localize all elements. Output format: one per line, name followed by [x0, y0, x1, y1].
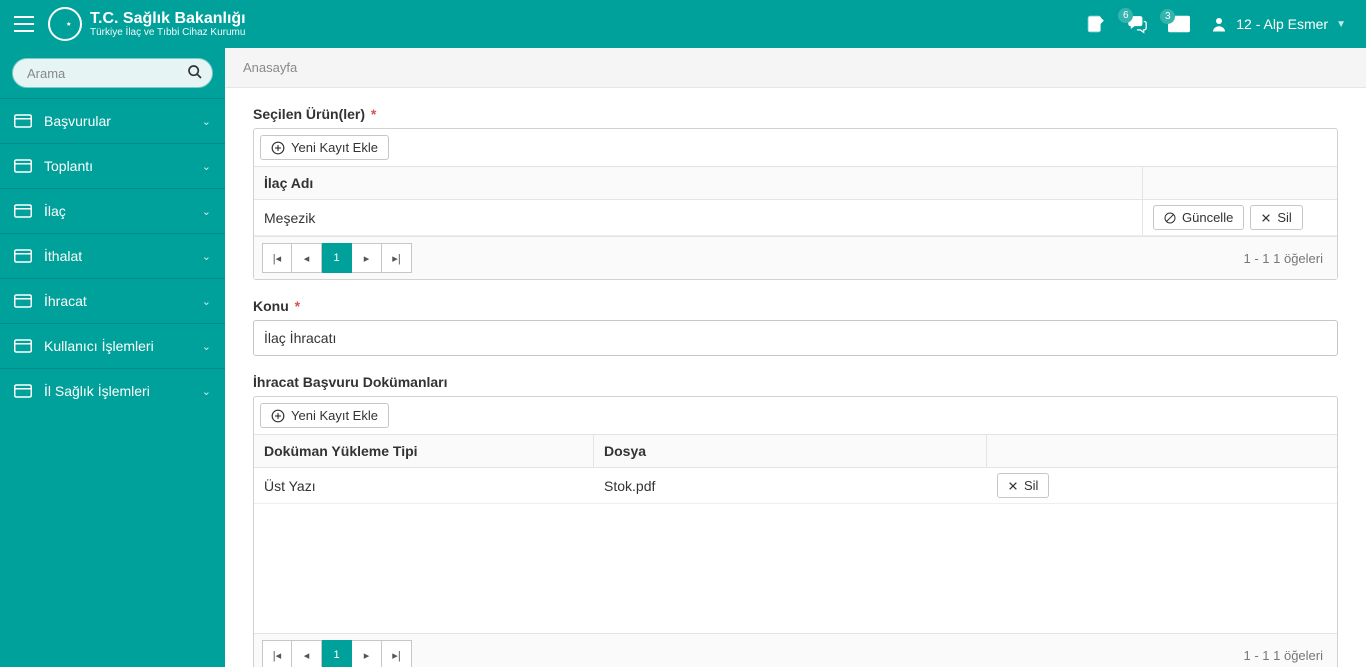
logo-block: T.C. Sağlık Bakanlığı Türkiye İlaç ve Tı… — [48, 7, 266, 41]
pager-last-button[interactable]: ▸| — [382, 243, 412, 273]
documents-label: İhracat Başvuru Dokümanları — [253, 374, 1338, 390]
button-label: Sil — [1024, 478, 1038, 493]
button-label: Yeni Kayıt Ekle — [291, 140, 378, 155]
sidebar-item-toplanti[interactable]: Toplantı ⌄ — [0, 144, 225, 188]
delete-product-button[interactable]: Sil — [1250, 205, 1302, 230]
pager-last-button[interactable]: ▸| — [382, 640, 412, 667]
document-row: Üst Yazı Stok.pdf Sil — [254, 468, 1337, 504]
form-icon — [14, 294, 32, 308]
subject-input[interactable] — [253, 320, 1338, 356]
form-icon — [14, 339, 32, 353]
doc-actions-col — [987, 435, 1337, 467]
button-label: Yeni Kayıt Ekle — [291, 408, 378, 423]
chevron-down-icon: ⌄ — [202, 115, 211, 128]
documents-pager: |◂ ◂ 1 ▸ ▸| 1 - 1 1 öğeleri — [254, 633, 1337, 667]
plus-circle-icon — [271, 409, 285, 423]
documents-grid: Yeni Kayıt Ekle Doküman Yükleme Tipi Dos… — [253, 396, 1338, 667]
sidebar-item-ihracat[interactable]: İhracat ⌄ — [0, 279, 225, 323]
pager-info: 1 - 1 1 öğeleri — [1244, 251, 1330, 266]
chevron-down-icon: ⌄ — [202, 160, 211, 173]
button-label: Güncelle — [1182, 210, 1233, 225]
menu-toggle-button[interactable] — [0, 0, 48, 48]
product-actions-col — [1142, 167, 1337, 199]
pager-next-button[interactable]: ▸ — [352, 243, 382, 273]
breadcrumb-item: Anasayfa — [243, 60, 297, 75]
update-product-button[interactable]: Güncelle — [1153, 205, 1244, 230]
search-icon[interactable] — [187, 64, 203, 80]
form-icon — [14, 114, 32, 128]
sidebar-item-ilsaglik[interactable]: İl Sağlık İşlemleri ⌄ — [0, 369, 225, 413]
pager-next-button[interactable]: ▸ — [352, 640, 382, 667]
pager-page-button[interactable]: 1 — [322, 243, 352, 273]
pager-first-button[interactable]: |◂ — [262, 243, 292, 273]
user-menu[interactable]: 12 - Alp Esmer ▼ — [1210, 15, 1346, 33]
sidebar-item-label: Toplantı — [44, 158, 93, 174]
chat-button[interactable]: 6 — [1126, 14, 1148, 34]
add-document-button[interactable]: Yeni Kayıt Ekle — [260, 403, 389, 428]
chevron-down-icon: ⌄ — [202, 205, 211, 218]
pager-info: 1 - 1 1 öğeleri — [1244, 648, 1330, 663]
close-icon — [1008, 481, 1018, 491]
doc-type-col-header[interactable]: Doküman Yükleme Tipi — [254, 435, 594, 467]
sidebar-item-label: İthalat — [44, 248, 82, 264]
form-icon — [14, 159, 32, 173]
search-box — [12, 58, 213, 88]
sidebar-item-kullanici[interactable]: Kullanıcı İşlemleri ⌄ — [0, 324, 225, 368]
products-grid: Yeni Kayıt Ekle İlaç Adı Meşezik Güncell… — [253, 128, 1338, 280]
subject-label: Konu * — [253, 298, 1338, 314]
sidebar-item-label: Kullanıcı İşlemleri — [44, 338, 154, 354]
doc-file-col-header[interactable]: Dosya — [594, 435, 987, 467]
main-content: Anasayfa Seçilen Ürün(ler) * Yeni Kayıt … — [225, 48, 1366, 667]
doc-type-cell: Üst Yazı — [254, 470, 594, 502]
caret-down-icon: ▼ — [1336, 19, 1346, 30]
add-product-button[interactable]: Yeni Kayıt Ekle — [260, 135, 389, 160]
doc-file-cell: Stok.pdf — [594, 470, 987, 502]
pager-page-button[interactable]: 1 — [322, 640, 352, 667]
product-name-cell: Meşezik — [254, 202, 1142, 234]
chevron-down-icon: ⌄ — [202, 295, 211, 308]
sidebar-item-label: İhracat — [44, 293, 87, 309]
user-label: 12 - Alp Esmer — [1236, 16, 1328, 32]
sidebar-item-label: İl Sağlık İşlemleri — [44, 383, 150, 399]
pager-first-button[interactable]: |◂ — [262, 640, 292, 667]
button-label: Sil — [1277, 210, 1291, 225]
breadcrumb[interactable]: Anasayfa — [225, 48, 1366, 88]
user-icon — [1210, 15, 1228, 33]
sidebar-item-ithalat[interactable]: İthalat ⌄ — [0, 234, 225, 278]
pager-prev-button[interactable]: ◂ — [292, 243, 322, 273]
chevron-down-icon: ⌄ — [202, 250, 211, 263]
ministry-logo-icon — [48, 7, 82, 41]
pager-prev-button[interactable]: ◂ — [292, 640, 322, 667]
app-title: T.C. Sağlık Bakanlığı — [90, 10, 246, 28]
plus-circle-icon — [271, 141, 285, 155]
product-col-header[interactable]: İlaç Adı — [254, 167, 1142, 199]
mail-button[interactable]: 3 — [1168, 15, 1190, 33]
search-input[interactable] — [12, 58, 213, 88]
close-icon — [1261, 213, 1271, 223]
form-icon — [14, 249, 32, 263]
delete-document-button[interactable]: Sil — [997, 473, 1049, 498]
selected-products-label: Seçilen Ürün(ler) * — [253, 106, 1338, 122]
sidebar-item-basvurular[interactable]: Başvurular ⌄ — [0, 99, 225, 143]
sidebar-item-label: İlaç — [44, 203, 66, 219]
product-row: Meşezik Güncelle Sil — [254, 200, 1337, 236]
block-icon — [1164, 212, 1176, 224]
app-header: T.C. Sağlık Bakanlığı Türkiye İlaç ve Tı… — [0, 0, 1366, 48]
sidebar: Başvurular ⌄ Toplantı ⌄ İlaç ⌄ İthalat ⌄ İhr… — [0, 48, 225, 667]
hamburger-icon — [14, 16, 34, 32]
chevron-down-icon: ⌄ — [202, 340, 211, 353]
form-icon — [14, 384, 32, 398]
products-pager: |◂ ◂ 1 ▸ ▸| 1 - 1 1 öğeleri — [254, 236, 1337, 279]
sidebar-nav: Başvurular ⌄ Toplantı ⌄ İlaç ⌄ İthalat ⌄ İhr… — [0, 98, 225, 413]
app-subtitle: Türkiye İlaç ve Tıbbi Cihaz Kurumu — [90, 27, 246, 38]
form-icon — [14, 204, 32, 218]
chevron-down-icon: ⌄ — [202, 385, 211, 398]
compose-button[interactable] — [1086, 14, 1106, 34]
sidebar-item-ilac[interactable]: İlaç ⌄ — [0, 189, 225, 233]
sidebar-item-label: Başvurular — [44, 113, 111, 129]
edit-icon — [1086, 14, 1106, 34]
